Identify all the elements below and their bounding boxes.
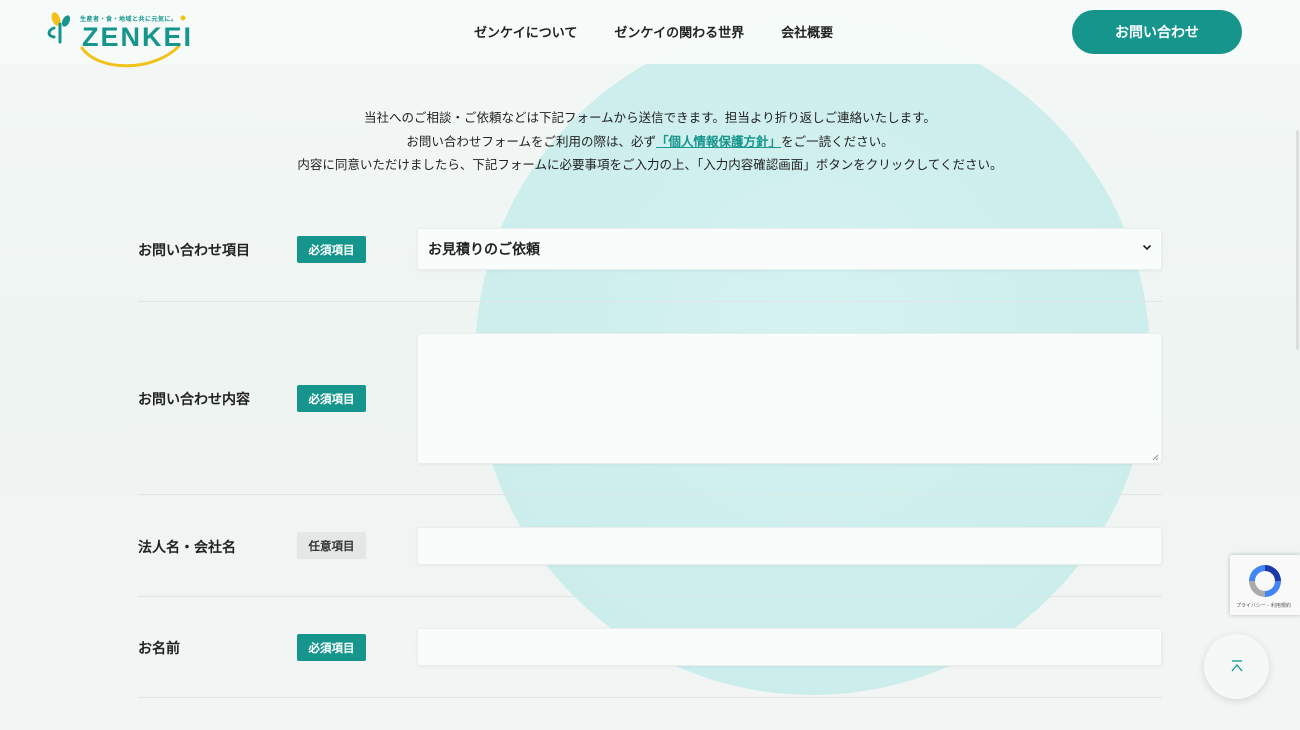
chevron-down-icon xyxy=(1142,244,1152,251)
required-badge: 必須項目 xyxy=(297,236,366,263)
site-header: ZENKEI 生産者・食・地域と共に元気に。 ゼンケイについて ゼンケイの関わる… xyxy=(0,0,1300,68)
row-divider xyxy=(138,494,1162,495)
inquiry-type-select[interactable]: お見積りのご依頼 xyxy=(417,228,1162,270)
inquiry-content-label: お問い合わせ内容 xyxy=(138,392,250,408)
name-label: お名前 xyxy=(138,641,180,657)
company-name-label: 法人名・会社名 xyxy=(138,540,236,556)
recaptcha-text[interactable]: プライバシー - 利用規約 xyxy=(1236,602,1291,609)
nav-about[interactable]: ゼンケイについて xyxy=(474,22,577,41)
privacy-policy-link[interactable]: 「個人情報保護方針」 xyxy=(656,134,781,149)
row-divider xyxy=(138,596,1162,597)
scrollbar[interactable] xyxy=(1296,130,1299,350)
required-badge: 必須項目 xyxy=(297,385,366,412)
svg-text:ZENKEI: ZENKEI xyxy=(82,22,193,52)
recaptcha-badge[interactable]: プライバシー - 利用規約 xyxy=(1230,555,1300,615)
intro-line-2: お問い合わせフォームをご利用の際は、必ず「個人情報保護方針」をご一読ください。 xyxy=(0,130,1300,154)
nav-company[interactable]: 会社概要 xyxy=(781,22,833,41)
arrow-up-icon xyxy=(1231,659,1242,671)
logo-tagline: 生産者・食・地域と共に元気に。 xyxy=(80,16,178,23)
row-divider xyxy=(138,697,1162,698)
site-logo[interactable]: ZENKEI 生産者・食・地域と共に元気に。 xyxy=(44,10,194,72)
inquiry-content-textarea[interactable] xyxy=(417,333,1162,464)
intro-line-1: 当社へのご相談・ご依頼などは下記フォームから送信できます。担当より折り返しご連絡… xyxy=(364,110,936,125)
row-divider xyxy=(138,301,1162,302)
inquiry-type-label: お問い合わせ項目 xyxy=(138,243,250,259)
intro-line-2-before: お問い合わせフォームをご利用の際は、必ず xyxy=(406,133,657,149)
intro-text: 当社へのご相談・ご依頼などは下記フォームから送信できます。担当より折り返しご連絡… xyxy=(0,106,1300,177)
intro-line-3: 内容に同意いただけましたら、下記フォームに必要事項をご入力の上、「入力内容確認画… xyxy=(297,157,1003,172)
optional-badge: 任意項目 xyxy=(297,532,366,559)
back-to-top-button[interactable] xyxy=(1204,634,1269,699)
intro-line-2-after: をご一読ください。 xyxy=(781,133,894,149)
company-name-input[interactable] xyxy=(417,527,1162,565)
required-badge: 必須項目 xyxy=(297,634,366,661)
contact-button[interactable]: お問い合わせ xyxy=(1072,10,1242,54)
inquiry-type-selected: お見積りのご依頼 xyxy=(428,242,540,258)
resize-grip-icon[interactable] xyxy=(1151,453,1159,461)
recaptcha-icon xyxy=(1249,565,1281,597)
name-input[interactable] xyxy=(417,628,1162,666)
nav-world[interactable]: ゼンケイの関わる世界 xyxy=(614,22,744,41)
main-nav: ゼンケイについて ゼンケイの関わる世界 会社概要 xyxy=(474,22,833,41)
